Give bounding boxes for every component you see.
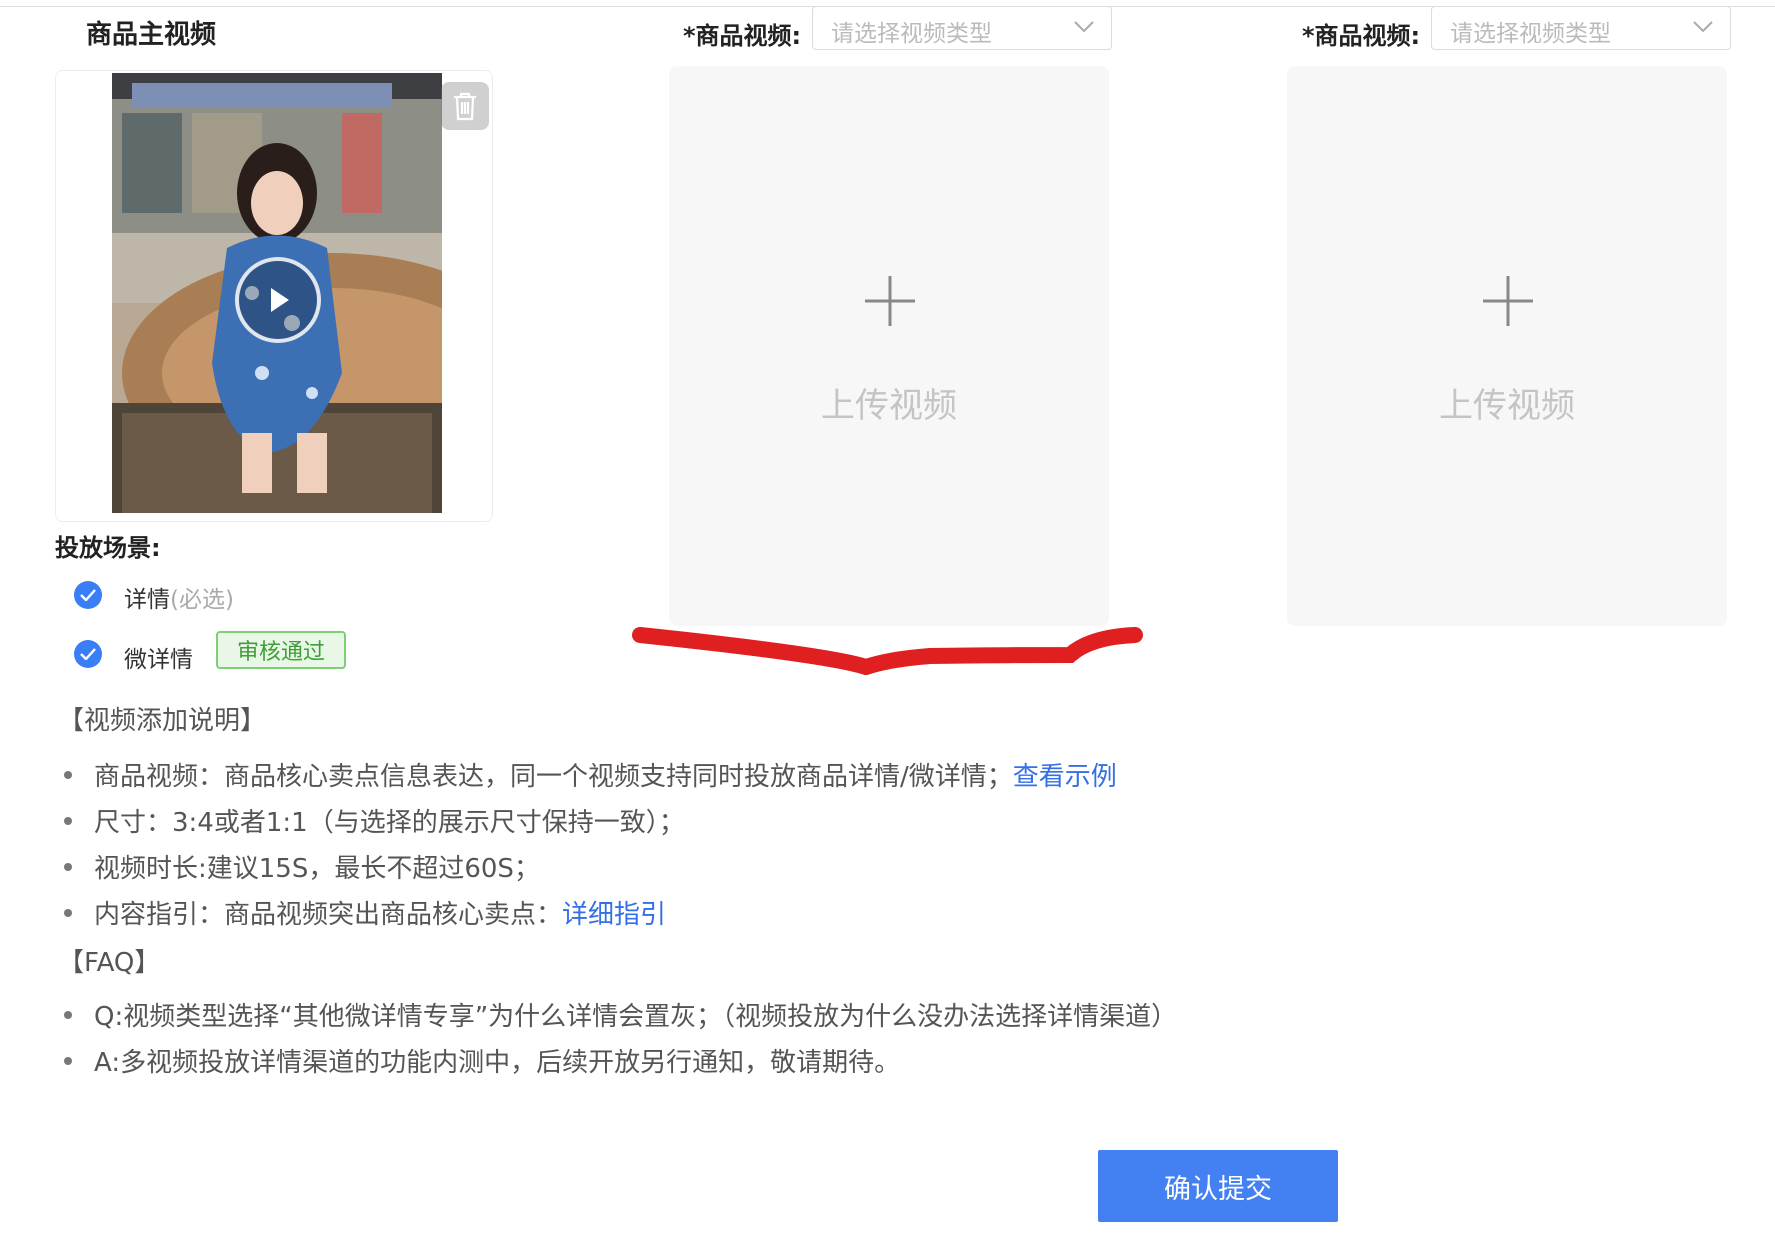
scene-option-micro-detail[interactable]: 微详情 xyxy=(124,640,193,674)
chevron-down-icon xyxy=(1692,19,1714,38)
main-video-card[interactable] xyxy=(55,70,493,522)
detailed-guide-link[interactable]: 详细指引 xyxy=(562,900,666,930)
select-placeholder: 请选择视频类型 xyxy=(1450,21,1611,47)
faq-answer: A:多视频投放详情渠道的功能内测中，后续开放另行通知，敬请期待。 xyxy=(94,1048,901,1078)
select-placeholder: 请选择视频类型 xyxy=(831,21,992,47)
faq-title: 【FAQ】 xyxy=(58,948,161,978)
faq-question: Q:视频类型选择“其他微详情专享”为什么详情会置灰；（视频投放为什么没办法选择详… xyxy=(94,1002,1178,1032)
scene-option-detail[interactable]: 详情(必选) xyxy=(124,580,234,614)
plus-icon xyxy=(1481,274,1535,332)
video-type-select[interactable]: 请选择视频类型 xyxy=(812,6,1112,50)
bullet-icon xyxy=(64,1056,72,1065)
instruction-text: 视频时长:建议15S，最长不超过60S； xyxy=(94,854,540,884)
status-badge: 审核通过 xyxy=(216,631,346,669)
video-type-select[interactable]: 请选择视频类型 xyxy=(1431,6,1731,50)
bullet-icon xyxy=(64,770,72,779)
upload-label: 上传视频 xyxy=(821,386,957,426)
bullet-icon xyxy=(64,862,72,871)
instruction-text: 商品视频：商品核心卖点信息表达，同一个视频支持同时投放商品详情/微详情； xyxy=(94,762,1013,792)
list-item: 视频时长:建议15S，最长不超过60S； xyxy=(64,848,540,885)
red-annotation-stroke xyxy=(632,627,1143,675)
video-upload-area[interactable]: 上传视频 xyxy=(1287,66,1727,626)
delete-icon[interactable] xyxy=(441,82,489,130)
checkbox-checked[interactable] xyxy=(74,581,102,609)
video-slot-label: *商品视频: xyxy=(683,22,802,50)
view-example-link[interactable]: 查看示例 xyxy=(1013,762,1117,792)
video-upload-area[interactable]: 上传视频 xyxy=(669,66,1109,626)
video-slot-label: *商品视频: xyxy=(1302,22,1421,50)
instruction-text: 尺寸：3:4或者1:1（与选择的展示尺寸保持一致）； xyxy=(94,808,685,838)
list-item: 内容指引：商品视频突出商品核心卖点：详细指引 xyxy=(64,894,666,931)
checkbox-checked[interactable] xyxy=(74,640,102,668)
chevron-down-icon xyxy=(1073,19,1095,38)
list-item: Q:视频类型选择“其他微详情专享”为什么详情会置灰；（视频投放为什么没办法选择详… xyxy=(64,996,1177,1033)
bullet-icon xyxy=(64,1010,72,1019)
list-item: 商品视频：商品核心卖点信息表达，同一个视频支持同时投放商品详情/微详情；查看示例 xyxy=(64,756,1117,793)
submit-button[interactable]: 确认提交 xyxy=(1098,1150,1338,1222)
list-item: A:多视频投放详情渠道的功能内测中，后续开放另行通知，敬请期待。 xyxy=(64,1042,900,1079)
scene-label: 投放场景: xyxy=(55,534,161,562)
list-item: 尺寸：3:4或者1:1（与选择的展示尺寸保持一致）； xyxy=(64,802,685,839)
instructions-title: 【视频添加说明】 xyxy=(58,706,267,736)
required-hint: (必选) xyxy=(170,587,234,613)
instruction-text: 内容指引：商品视频突出商品核心卖点： xyxy=(94,900,563,930)
play-icon[interactable] xyxy=(235,257,321,343)
upload-label: 上传视频 xyxy=(1439,386,1575,426)
plus-icon xyxy=(863,274,917,332)
main-video-title: 商品主视频 xyxy=(86,20,217,50)
bullet-icon xyxy=(64,816,72,825)
bullet-icon xyxy=(64,908,72,917)
scene-option-label: 详情 xyxy=(124,587,170,613)
